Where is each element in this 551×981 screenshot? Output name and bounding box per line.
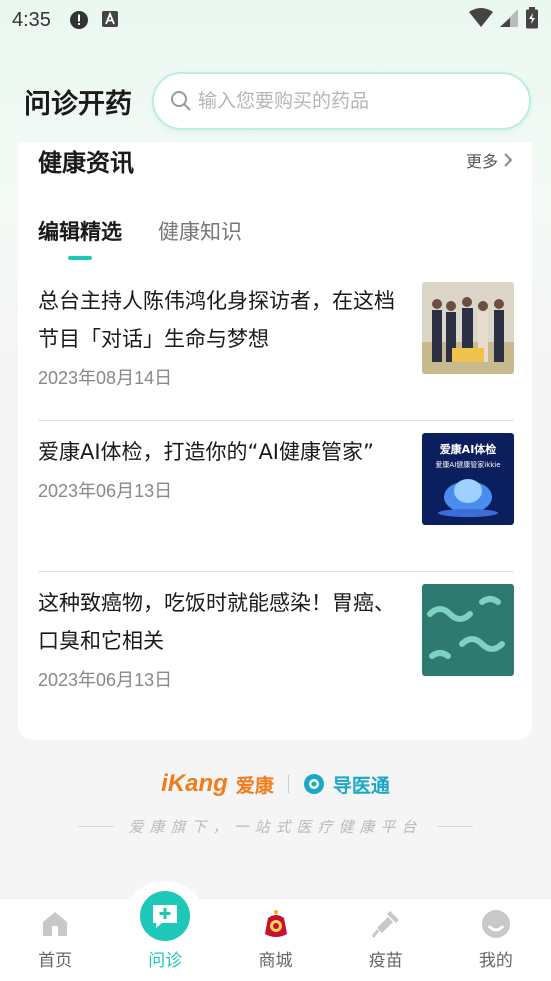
tab-label: 健康知识: [158, 220, 242, 244]
nav-item-home[interactable]: 首页: [0, 899, 110, 981]
slogan-divider-right: [436, 826, 473, 827]
article-title: 爱康AI体检，打造你的“AI健康管家”: [38, 440, 374, 464]
wifi-icon: [469, 7, 493, 33]
ikang-logo: iKang: [161, 770, 228, 797]
profile-icon: [481, 910, 510, 938]
brand-divider: [287, 775, 289, 793]
brand-slogan: 爱康旗下，一站式医疗健康平台: [128, 818, 423, 836]
battery-icon: [525, 6, 539, 34]
people-on-stage-image: [422, 282, 514, 374]
article-date: 2023年06月13日: [38, 670, 173, 690]
nav-label: 我的: [478, 951, 513, 971]
tab-label: 编辑精选: [38, 220, 122, 244]
search-input[interactable]: [198, 90, 513, 112]
status-time: 4:35: [12, 8, 51, 31]
list-item[interactable]: 总台主持人陈伟鸿化身探访者，在这档节目「对话」生命与梦想 2023年08月14日: [38, 270, 514, 421]
a-icon: [101, 10, 121, 30]
consult-icon: [140, 891, 191, 941]
article-title: 这种致癌物，吃饭时就能感染！胃癌、口臭和它相关: [38, 591, 395, 653]
signal-icon: [499, 8, 519, 33]
article-date: 2023年08月14日: [38, 368, 173, 388]
daoyitong-logo-icon: [303, 774, 324, 794]
status-bar: 4:35: [0, 0, 551, 40]
health-news-card: 健康资讯 更多 编辑精选 健康知识 总台主持人陈伟鸿化身探访者，在这档节目「对话…: [18, 142, 532, 740]
page-title: 问诊开药: [24, 88, 132, 120]
ikang-logo-cn: 爱康: [235, 774, 274, 797]
vaccine-icon: [371, 911, 399, 938]
article-title: 总台主持人陈伟鸿化身探访者，在这档节目「对话」生命与梦想: [38, 289, 395, 351]
bottom-nav: 首页 问诊 商城 疫苗 我的: [0, 881, 551, 981]
tab-health-knowledge[interactable]: 健康知识: [158, 216, 242, 260]
list-item[interactable]: 这种致癌物，吃饭时就能感染！胃癌、口臭和它相关 2023年06月13日: [38, 572, 514, 723]
header: 问诊开药: [0, 70, 551, 132]
tab-indicator: [68, 256, 92, 260]
tab-editor-picks[interactable]: 编辑精选: [38, 216, 122, 260]
slogan-divider-left: [78, 826, 115, 827]
section-title: 健康资讯: [38, 148, 134, 177]
article-list: 总台主持人陈伟鸿化身探访者，在这档节目「对话」生命与梦想 2023年08月14日: [38, 270, 514, 723]
nav-label: 问诊: [148, 951, 183, 971]
nav-item-consult[interactable]: 问诊: [110, 881, 220, 981]
bacteria-image: [422, 584, 514, 676]
article-date: 2023年06月13日: [38, 481, 173, 501]
alert-icon: [69, 10, 89, 30]
more-label: 更多: [465, 152, 498, 171]
search-box[interactable]: [152, 72, 531, 130]
mall-icon: [264, 910, 287, 937]
list-item[interactable]: 爱康AI体检，打造你的“AI健康管家” 2023年06月13日 爱康AI体检 爱…: [38, 421, 514, 572]
nav-label: 疫苗: [368, 951, 403, 971]
chevron-right-icon: [504, 153, 513, 167]
nav-item-vaccine[interactable]: 疫苗: [331, 899, 441, 981]
more-link[interactable]: 更多: [466, 148, 514, 172]
nav-label: 商城: [258, 951, 293, 971]
daoyitong-logo: 导医通: [332, 774, 390, 797]
nav-item-mall[interactable]: 商城: [220, 899, 330, 981]
nav-label: 首页: [38, 951, 73, 971]
brand-footer: iKang 爱康 导医通 爱康旗下，一站式医疗健康平台: [0, 770, 551, 837]
card-header: 健康资讯 更多: [38, 142, 514, 178]
news-tabs: 编辑精选 健康知识: [38, 216, 242, 260]
home-icon: [43, 912, 68, 936]
thumb-caption: 爱康AI体检: [440, 442, 497, 456]
nav-item-profile[interactable]: 我的: [441, 899, 551, 981]
search-icon: [170, 90, 192, 112]
ai-cloud-image: 爱康AI体检 爱康AI健康管家ikkie: [422, 433, 514, 525]
thumb-subcaption: 爱康AI健康管家ikkie: [435, 460, 500, 469]
